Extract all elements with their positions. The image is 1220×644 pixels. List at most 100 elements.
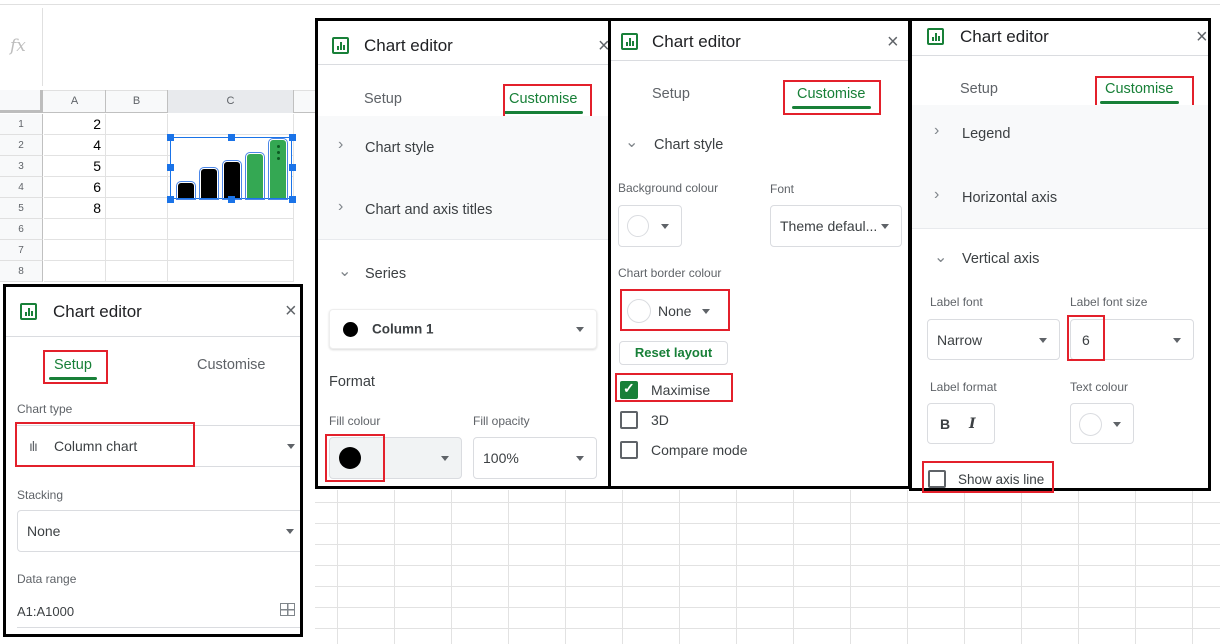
select-range-icon[interactable] — [280, 603, 295, 616]
tab-setup[interactable]: Setup — [960, 81, 998, 97]
font-label: Font — [770, 182, 795, 196]
resize-handle-nw[interactable] — [167, 134, 174, 141]
chevron-right-icon: › — [338, 198, 344, 215]
series-dropdown[interactable]: Column 1 — [329, 309, 597, 349]
background-colour-dropdown[interactable] — [618, 205, 682, 247]
close-icon[interactable]: × — [1196, 26, 1208, 49]
resize-handle-w[interactable] — [167, 164, 174, 171]
cell-c1[interactable] — [168, 114, 294, 135]
section-chart-style[interactable]: › Chart style — [318, 116, 608, 178]
tab-setup[interactable]: Setup — [364, 91, 402, 107]
stacking-dropdown[interactable]: None — [17, 510, 300, 552]
column-header-b[interactable]: B — [106, 90, 168, 113]
bold-button[interactable]: B — [940, 416, 950, 432]
section-horizontal-axis[interactable]: › Horizontal axis — [912, 167, 1208, 229]
background-colour-label: Background colour — [618, 181, 719, 195]
chart-menu-dot — [277, 145, 280, 148]
resize-handle-e[interactable] — [289, 164, 296, 171]
highlight-box — [15, 422, 195, 467]
tab-setup[interactable]: Setup — [652, 86, 690, 102]
3d-checkbox[interactable] — [620, 411, 638, 429]
fill-opacity-dropdown[interactable]: 100% — [473, 437, 597, 479]
cell-b8[interactable] — [106, 261, 168, 282]
font-dropdown[interactable]: Theme defaul... — [770, 205, 902, 247]
resize-handle-s[interactable] — [228, 196, 235, 203]
cell-a2[interactable]: 4 — [44, 135, 106, 156]
toolbar-divider — [0, 4, 1220, 5]
cell-a3[interactable]: 5 — [44, 156, 106, 177]
label-font-label: Label font — [930, 295, 983, 309]
resize-handle-n[interactable] — [228, 134, 235, 141]
compare-mode-label: Compare mode — [651, 442, 748, 458]
section-chart-style[interactable]: ⌄ Chart style — [611, 119, 908, 169]
cell-a4[interactable]: 6 — [44, 177, 106, 198]
fill-opacity-label: Fill opacity — [473, 414, 530, 428]
compare-mode-checkbox[interactable] — [620, 441, 638, 459]
chart-bar — [176, 181, 196, 200]
cell-b1[interactable] — [106, 114, 168, 135]
section-legend[interactable]: › Legend — [912, 105, 1208, 167]
chevron-down-icon — [287, 444, 295, 449]
panel-title: Chart editor — [652, 32, 741, 51]
chart-menu-dot — [277, 157, 280, 160]
chevron-right-icon: › — [338, 136, 344, 153]
section-vertical-axis[interactable]: ⌄ Vertical axis — [912, 229, 1208, 291]
chevron-down-icon: ⌄ — [338, 263, 352, 280]
highlight-box — [503, 84, 592, 119]
data-range-label: Data range — [17, 572, 77, 586]
resize-handle-se[interactable] — [289, 196, 296, 203]
cell-a8[interactable] — [44, 261, 106, 282]
italic-button[interactable]: I — [969, 416, 976, 432]
chart-editor-style-panel: Chart editor × Setup Customise ⌄ Chart s… — [608, 18, 911, 489]
column-header-a[interactable]: A — [44, 90, 106, 113]
cell-b5[interactable] — [106, 198, 168, 219]
chevron-down-icon: ⌄ — [625, 134, 639, 151]
highlight-box — [325, 434, 385, 482]
cell-a7[interactable] — [44, 240, 106, 261]
chart-bar — [245, 152, 265, 200]
cell-a1[interactable]: 2 — [44, 114, 106, 135]
row-header[interactable]: 6 — [0, 219, 43, 240]
cell-b3[interactable] — [106, 156, 168, 177]
cell-a5[interactable]: 8 — [44, 198, 106, 219]
row-header[interactable]: 2 — [0, 135, 43, 156]
reset-layout-button[interactable]: Reset layout — [619, 341, 728, 365]
cell-b6[interactable] — [106, 219, 168, 240]
close-icon[interactable]: × — [887, 31, 899, 54]
select-all-corner[interactable] — [0, 90, 43, 113]
resize-handle-sw[interactable] — [167, 196, 174, 203]
chevron-down-icon — [881, 224, 889, 229]
chevron-down-icon — [441, 456, 449, 461]
cell-b2[interactable] — [106, 135, 168, 156]
formula-bar-input[interactable] — [44, 8, 314, 86]
row-header[interactable]: 5 — [0, 198, 43, 219]
close-icon[interactable]: × — [285, 300, 297, 323]
section-label: Series — [365, 266, 407, 282]
cell-b7[interactable] — [106, 240, 168, 261]
section-series[interactable]: ⌄ Series — [318, 241, 608, 303]
row-header[interactable]: 4 — [0, 177, 43, 198]
highlight-box — [615, 373, 733, 402]
column-header-c[interactable]: C — [168, 90, 294, 113]
tab-customise[interactable]: Customise — [197, 357, 266, 373]
cell-c8[interactable] — [168, 261, 294, 282]
row-header[interactable]: 8 — [0, 261, 43, 282]
label-format-group: B I — [927, 403, 995, 444]
chart-icon — [332, 37, 349, 54]
cell-a6[interactable] — [44, 219, 106, 240]
resize-handle-ne[interactable] — [289, 134, 296, 141]
section-chart-axis-titles[interactable]: › Chart and axis titles — [318, 178, 608, 240]
cell-c7[interactable] — [168, 240, 294, 261]
embedded-chart[interactable] — [170, 137, 292, 200]
text-colour-dropdown[interactable] — [1070, 403, 1134, 444]
data-range-value[interactable]: A1:A1000 — [17, 604, 74, 619]
row-header[interactable]: 3 — [0, 156, 43, 177]
cell-b4[interactable] — [106, 177, 168, 198]
chart-editor-setup-panel: Chart editor × Setup Customise Chart typ… — [3, 284, 303, 637]
row-header[interactable]: 1 — [0, 114, 43, 135]
series-value: Column 1 — [372, 321, 434, 337]
panel-header: Chart editor × — [611, 21, 908, 61]
label-font-dropdown[interactable]: Narrow — [927, 319, 1060, 360]
row-header[interactable]: 7 — [0, 240, 43, 261]
cell-c6[interactable] — [168, 219, 294, 240]
